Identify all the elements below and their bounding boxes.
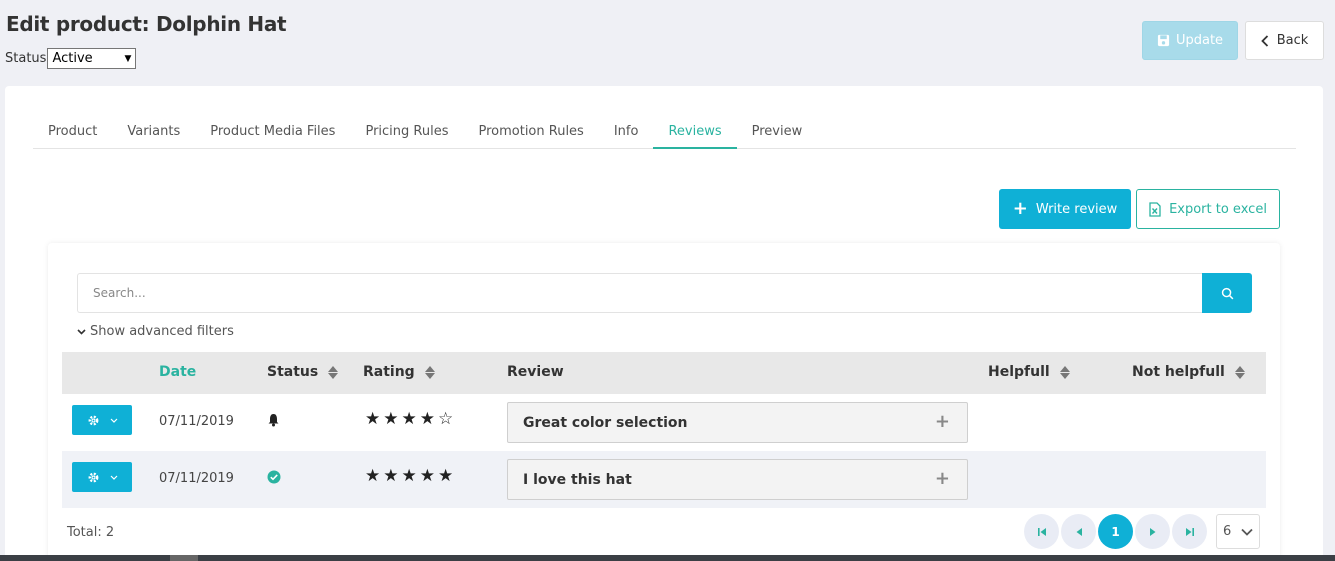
first-page-icon (1037, 527, 1046, 536)
write-review-label: Write review (1035, 201, 1118, 217)
tab-product[interactable]: Product (33, 110, 112, 149)
back-button-label: Back (1276, 33, 1309, 48)
update-button-label: Update (1175, 33, 1224, 48)
status-select-value: Active (52, 51, 93, 66)
tab-info[interactable]: Info (599, 110, 654, 149)
column-not-helpful-label: Not helpfull (1132, 364, 1225, 380)
pagination: 1 (1024, 514, 1207, 549)
page-title: Edit product: Dolphin Hat (6, 12, 287, 36)
column-header-date[interactable]: Date (159, 364, 196, 380)
tab-product-media-files[interactable]: Product Media Files (195, 110, 350, 149)
last-page-button[interactable] (1172, 514, 1207, 549)
sort-icon (1059, 365, 1070, 379)
search-icon (1221, 287, 1233, 299)
content-card: Product Variants Product Media Files Pri… (5, 86, 1323, 561)
review-text: Great color selection (523, 415, 688, 431)
column-header-status[interactable]: Status (267, 364, 339, 380)
chevron-down-icon (1241, 528, 1253, 536)
column-review-label: Review (507, 364, 564, 380)
column-header-rating[interactable]: Rating (363, 364, 435, 380)
tab-pricing-rules[interactable]: Pricing Rules (350, 110, 463, 149)
write-review-button[interactable]: + Write review (999, 189, 1131, 229)
last-page-icon (1185, 527, 1194, 536)
tab-preview[interactable]: Preview (737, 110, 818, 149)
export-to-excel-button[interactable]: Export to excel (1136, 189, 1280, 229)
column-helpful-label: Helpfull (988, 364, 1050, 380)
chevron-down-icon (110, 475, 117, 480)
tab-bar: Product Variants Product Media Files Pri… (33, 110, 1296, 149)
review-text-box[interactable]: I love this hat + (507, 459, 968, 500)
advanced-filters-label: Show advanced filters (90, 324, 234, 339)
row-actions-button[interactable] (72, 405, 132, 435)
chevron-down-icon (110, 418, 117, 423)
rating-stars: ★★★★★ (365, 466, 457, 486)
status-select[interactable]: Active ▼ (47, 48, 137, 69)
reviews-panel: Search... Show advanced filters Date Sta… (48, 243, 1280, 561)
bell-icon (267, 413, 280, 431)
column-status-label: Status (267, 364, 319, 380)
status-label: Status (5, 51, 47, 66)
chevron-down-icon (77, 328, 86, 335)
review-date: 07/11/2019 (159, 471, 234, 486)
search-button[interactable] (1202, 273, 1252, 313)
tab-promotion-rules[interactable]: Promotion Rules (463, 110, 598, 149)
row-actions-button[interactable] (72, 462, 132, 492)
first-page-button[interactable] (1024, 514, 1059, 549)
horizontal-scrollbar[interactable] (0, 555, 1335, 561)
next-page-icon (1149, 527, 1155, 536)
rating-stars: ★★★★☆ (365, 409, 457, 429)
column-rating-label: Rating (363, 364, 415, 380)
review-date: 07/11/2019 (159, 414, 234, 429)
plus-icon: + (1012, 198, 1028, 219)
sort-icon (1234, 365, 1245, 379)
scrollbar-thumb[interactable] (170, 555, 198, 561)
next-page-button[interactable] (1135, 514, 1170, 549)
update-button[interactable]: Update (1142, 21, 1238, 60)
previous-page-icon (1076, 527, 1082, 536)
tab-reviews[interactable]: Reviews (653, 110, 737, 149)
table-row: 07/11/2019 ★★★★☆ Great color selection + (62, 394, 1266, 451)
excel-file-icon (1149, 201, 1161, 217)
column-header-review: Review (507, 364, 564, 380)
back-button[interactable]: Back (1245, 21, 1324, 60)
page-number-button[interactable]: 1 (1098, 514, 1133, 549)
tab-variants[interactable]: Variants (112, 110, 195, 149)
sort-icon (424, 365, 435, 379)
show-advanced-filters-toggle[interactable]: Show advanced filters (77, 324, 234, 339)
table-row: 07/11/2019 ★★★★★ I love this hat + (62, 451, 1266, 508)
gear-icon (88, 415, 98, 425)
search-input[interactable]: Search... (77, 273, 1202, 313)
gear-icon (88, 472, 98, 482)
expand-plus-icon[interactable]: + (935, 411, 950, 432)
status-row: Status Active ▼ (5, 48, 137, 69)
save-icon (1157, 34, 1170, 47)
review-text: I love this hat (523, 472, 632, 488)
chevron-left-icon (1260, 34, 1268, 47)
review-text-box[interactable]: Great color selection + (507, 402, 968, 443)
caret-down-icon: ▼ (124, 53, 132, 64)
check-circle-icon (267, 470, 281, 488)
table-header: Date Status Rating Review Helpfull Not h… (62, 352, 1266, 394)
expand-plus-icon[interactable]: + (935, 468, 950, 489)
column-header-not-helpful[interactable]: Not helpfull (1132, 364, 1245, 380)
per-page-select[interactable]: 6 (1216, 514, 1260, 549)
per-page-value: 6 (1223, 524, 1232, 539)
column-header-helpful[interactable]: Helpfull (988, 364, 1070, 380)
sort-icon (328, 365, 339, 379)
total-count: Total: 2 (67, 525, 115, 540)
previous-page-button[interactable] (1061, 514, 1096, 549)
column-date-label: Date (159, 364, 197, 380)
export-label: Export to excel (1169, 201, 1267, 217)
